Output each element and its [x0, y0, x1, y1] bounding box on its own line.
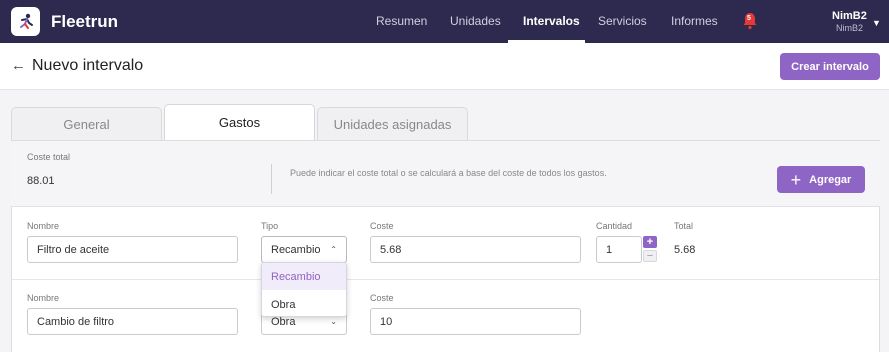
quantity-label: Cantidad [596, 221, 633, 231]
fleetrun-logo[interactable] [11, 7, 40, 36]
expense-type-select[interactable]: Recambio ⌃ [261, 236, 347, 263]
type-dropdown-menu: Recambio Obra [261, 262, 347, 317]
quantity-stepper[interactable]: + − [643, 236, 657, 262]
row-total-value: 5.68 [674, 244, 696, 256]
type-selected-value: Recambio [271, 243, 321, 256]
increment-button[interactable]: + [643, 236, 657, 248]
name-label: Nombre [27, 221, 60, 231]
expense-cost-input[interactable]: 5.68 [370, 236, 581, 263]
logo-icon [19, 13, 33, 29]
tab-gastos[interactable]: Gastos [164, 104, 315, 140]
add-button-label: Agregar [809, 173, 852, 186]
chevron-down-icon[interactable]: ▼ [872, 18, 881, 28]
tab-general[interactable]: General [11, 107, 162, 141]
dropdown-option-obra[interactable]: Obra [262, 291, 346, 318]
page-title: Nuevo intervalo [32, 57, 144, 74]
chevron-down-icon: ⌄ [330, 317, 337, 326]
total-cost-label: Coste total [27, 152, 71, 162]
type-label: Tipo [261, 221, 279, 231]
dropdown-option-recambio[interactable]: Recambio [262, 263, 346, 290]
decrement-button[interactable]: − [643, 250, 657, 262]
divider [271, 164, 272, 194]
row-total-label: Total [674, 221, 694, 231]
name-label: Nombre [27, 293, 60, 303]
notification-count-badge: 5 [747, 15, 751, 22]
nav-item-servicios[interactable]: Servicios [598, 14, 647, 28]
create-interval-button[interactable]: Crear intervalo [780, 53, 880, 80]
nav-item-resumen[interactable]: Resumen [376, 14, 427, 28]
total-cost-hint: Puede indicar el coste total o se calcul… [290, 168, 607, 178]
nav-item-intervalos[interactable]: Intervalos [523, 14, 580, 28]
brand-name: Fleetrun [51, 12, 119, 31]
user-name[interactable]: NimB2 [832, 10, 867, 22]
cost-label: Coste [370, 221, 394, 231]
nav-item-unidades[interactable]: Unidades [450, 14, 501, 28]
total-cost-value[interactable]: 88.01 [27, 175, 55, 187]
cost-label: Coste [370, 293, 394, 303]
tab-unidades-asignadas[interactable]: Unidades asignadas [317, 107, 468, 141]
expense-name-input[interactable]: Cambio de filtro [27, 308, 238, 335]
quantity-input[interactable]: 1 [596, 236, 642, 263]
chevron-up-icon: ⌃ [330, 245, 337, 254]
nav-item-informes[interactable]: Informes [671, 14, 718, 28]
expense-name-input[interactable]: Filtro de aceite [27, 236, 238, 263]
back-arrow-icon[interactable]: ← [11, 57, 26, 74]
notifications-button[interactable]: 5 [742, 12, 758, 33]
row-divider [12, 279, 879, 280]
plus-icon: + [790, 169, 802, 190]
user-account: NimB2 [836, 23, 864, 33]
add-expense-button[interactable]: + Agregar [777, 166, 865, 193]
expense-cost-input[interactable]: 10 [370, 308, 581, 335]
